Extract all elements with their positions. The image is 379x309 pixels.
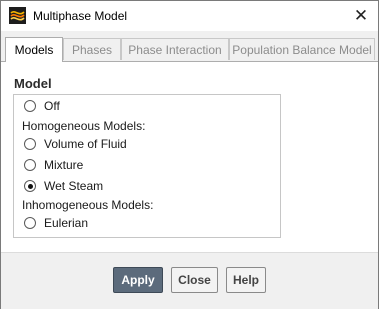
tab-population-balance-model[interactable]: Population Balance Model [229, 38, 375, 60]
radio-button-volume-of-fluid[interactable] [24, 138, 36, 150]
radio-button-mixture[interactable] [24, 159, 36, 171]
radio-volume-of-fluid[interactable]: Volume of Fluid [24, 135, 127, 153]
radio-label-mixture: Mixture [44, 158, 84, 172]
homogeneous-models-header: Homogeneous Models: [22, 119, 146, 133]
radio-off[interactable]: Off [24, 97, 60, 115]
radio-label-volume-of-fluid: Volume of Fluid [44, 137, 127, 151]
tab-strip: Models Phases Phase Interaction Populati… [1, 31, 378, 62]
tab-phase-interaction[interactable]: Phase Interaction [121, 38, 229, 60]
radio-mixture[interactable]: Mixture [24, 156, 83, 174]
inhomogeneous-models-header: Inhomogeneous Models: [22, 198, 154, 212]
radio-eulerian[interactable]: Eulerian [24, 214, 88, 232]
help-button[interactable]: Help [226, 267, 266, 293]
button-bar: Apply Close Help [1, 252, 378, 309]
radio-label-eulerian: Eulerian [44, 216, 89, 230]
radio-label-off: Off [44, 99, 60, 113]
model-group-box: Off Homogeneous Models: Volume of Fluid … [13, 94, 281, 238]
window-title: Multiphase Model [33, 9, 128, 23]
close-icon[interactable]: ✕ [350, 5, 372, 27]
models-panel: Model Off Homogeneous Models: Volume of … [1, 62, 378, 252]
apply-button[interactable]: Apply [113, 267, 163, 293]
close-button[interactable]: Close [171, 267, 218, 293]
model-group-label: Model [14, 76, 52, 91]
radio-button-eulerian[interactable] [24, 217, 36, 229]
radio-label-wet-steam: Wet Steam [44, 179, 104, 193]
tab-models[interactable]: Models [5, 37, 63, 62]
radio-button-wet-steam[interactable] [24, 180, 36, 192]
title-bar: Multiphase Model ✕ [1, 1, 378, 31]
radio-wet-steam[interactable]: Wet Steam [24, 177, 103, 195]
multiphase-app-icon [9, 7, 26, 24]
tab-phases[interactable]: Phases [63, 38, 121, 60]
multiphase-model-dialog: Multiphase Model ✕ Models Phases Phase I… [0, 0, 379, 309]
radio-button-off[interactable] [24, 100, 36, 112]
